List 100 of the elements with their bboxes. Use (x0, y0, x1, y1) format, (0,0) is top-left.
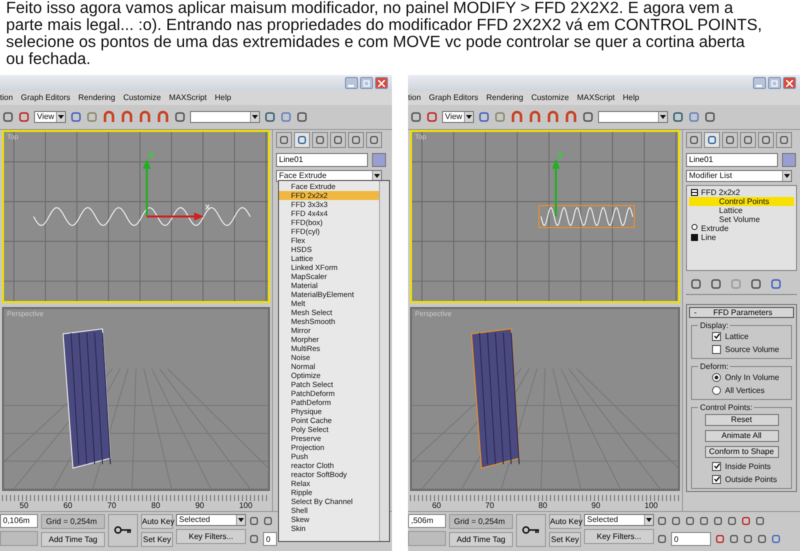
minimize-button[interactable] (753, 77, 766, 90)
object-name-field[interactable]: Line01 (276, 152, 368, 167)
add-time-tag-button[interactable]: Add Time Tag (41, 532, 105, 547)
snap-icon[interactable] (510, 110, 524, 124)
menu-item[interactable]: tion (408, 93, 421, 102)
modifier-dropdown[interactable]: Modifier List (686, 170, 792, 182)
hierarchy-tab[interactable] (312, 132, 328, 148)
set-key-button[interactable]: Set Key (549, 532, 581, 547)
caret-icon (238, 518, 244, 522)
hierarchy-tab[interactable] (722, 132, 738, 148)
key-mode-dropdown[interactable]: Selected (176, 514, 246, 526)
menu-item[interactable]: Rendering (486, 93, 524, 102)
motion-tab[interactable] (330, 132, 346, 148)
auto-key-button[interactable]: Auto Key (549, 514, 581, 529)
angle-snap-icon[interactable] (528, 110, 542, 124)
radio-dot[interactable] (712, 372, 721, 382)
collapse-icon[interactable] (691, 188, 698, 196)
radio-dot[interactable] (712, 386, 721, 395)
modify-tab[interactable] (704, 132, 720, 148)
close-icon (378, 80, 385, 87)
close-button[interactable] (375, 77, 388, 90)
sub-object-item[interactable]: Set Volume (689, 214, 794, 224)
grid-status: Grid = 0,254m (41, 514, 105, 529)
menu-item[interactable]: Help (622, 93, 640, 102)
object-name-field[interactable]: Line01 (686, 152, 778, 167)
display-tab[interactable] (758, 132, 774, 148)
spinner-snap-icon[interactable] (156, 110, 170, 124)
expand-icon[interactable] (691, 234, 698, 241)
restore-button[interactable] (768, 77, 781, 90)
display-tab[interactable] (348, 132, 364, 148)
menu-item[interactable]: tion (0, 93, 13, 102)
spinner-snap-icon[interactable] (564, 110, 578, 124)
selection-set-dropdown[interactable] (190, 110, 260, 123)
menu-item[interactable]: Customize (123, 93, 161, 102)
menu-item[interactable]: Help (214, 93, 232, 102)
percent-snap-icon[interactable] (138, 110, 152, 124)
key-mode-dropdown[interactable]: Selected (584, 514, 654, 526)
checkbox[interactable]: Source Volume (698, 344, 785, 354)
stack-item[interactable]: Extrude (689, 224, 794, 233)
key-button[interactable] (108, 514, 138, 547)
caret-icon (660, 114, 666, 119)
add-time-tag-button[interactable]: Add Time Tag (449, 532, 513, 547)
radio-button[interactable]: Only In Volume (698, 372, 785, 382)
color-swatch[interactable] (372, 152, 386, 167)
menu-item[interactable]: Graph Editors (20, 93, 70, 102)
coordinate-field[interactable]: 0,106m (0, 514, 38, 528)
scrollbar[interactable] (379, 181, 389, 541)
checkbox-box[interactable] (712, 462, 721, 471)
sub-object-item[interactable]: Control Points (689, 196, 794, 206)
time-ruler[interactable]: 60 70 80 90 100 (410, 494, 680, 511)
auto-key-button[interactable]: Auto Key (141, 514, 173, 529)
modifier-dropdown[interactable]: Face Extrude (276, 170, 382, 182)
radio-button[interactable]: All Vertices (698, 386, 785, 395)
menu-item[interactable]: MAXScript (168, 93, 207, 102)
stack-item[interactable]: FFD 2x2x2 (689, 188, 794, 197)
panel-button[interactable]: Animate All (704, 430, 778, 442)
frame-field[interactable]: 0 (671, 532, 711, 546)
bulb-icon[interactable] (691, 224, 698, 232)
checkbox[interactable]: Lattice (698, 332, 785, 341)
ruler-number: 100 (239, 500, 252, 510)
key-button[interactable] (516, 514, 546, 547)
menu-item[interactable]: Rendering (78, 93, 116, 102)
color-swatch[interactable] (782, 152, 796, 167)
create-tab[interactable] (276, 132, 292, 148)
menu-item[interactable]: Graph Editors (428, 93, 478, 102)
restore-button[interactable] (360, 77, 373, 90)
coordinate-field[interactable]: ,506m (408, 514, 446, 528)
panel-button[interactable]: Conform to Shape (704, 446, 778, 458)
minimize-button[interactable] (345, 77, 358, 90)
frame-field[interactable]: 0 (263, 532, 277, 546)
key-filters-button[interactable]: Key Filters... (176, 528, 246, 544)
utilities-tab[interactable] (776, 132, 792, 148)
motion-tab[interactable] (740, 132, 756, 148)
caret-icon (784, 174, 790, 178)
snap-icon[interactable] (102, 110, 116, 124)
utilities-tab[interactable] (366, 132, 382, 148)
rollout-header[interactable]: - FFD Parameters (689, 306, 794, 318)
menu-item[interactable]: MAXScript (576, 93, 615, 102)
menu-item[interactable]: Customize (531, 93, 569, 102)
checkbox-box[interactable] (712, 474, 721, 484)
view-dropdown[interactable]: View (442, 110, 474, 123)
view-dropdown[interactable]: View (34, 110, 66, 123)
set-key-button[interactable]: Set Key (141, 532, 173, 547)
key-filters-button[interactable]: Key Filters... (584, 528, 654, 544)
close-button[interactable] (783, 77, 796, 90)
angle-snap-icon[interactable] (120, 110, 134, 124)
percent-snap-icon[interactable] (546, 110, 560, 124)
checkbox-box[interactable] (712, 344, 721, 354)
checkbox[interactable]: Inside Points (698, 462, 785, 471)
checkbox[interactable]: Outside Points (698, 474, 785, 484)
stack-item[interactable]: Line (689, 232, 794, 242)
panel-button[interactable]: Reset (704, 414, 778, 426)
time-ruler[interactable]: 50 60 70 80 90 100 (2, 494, 270, 511)
checkbox-box[interactable] (712, 332, 721, 341)
move-gizmo[interactable] (552, 158, 560, 216)
selection-set-dropdown[interactable] (598, 110, 668, 123)
modify-tab[interactable] (294, 132, 310, 148)
create-tab[interactable] (686, 132, 702, 148)
group-title: Control Points: (699, 402, 754, 412)
sub-object-item[interactable]: Lattice (689, 206, 794, 215)
